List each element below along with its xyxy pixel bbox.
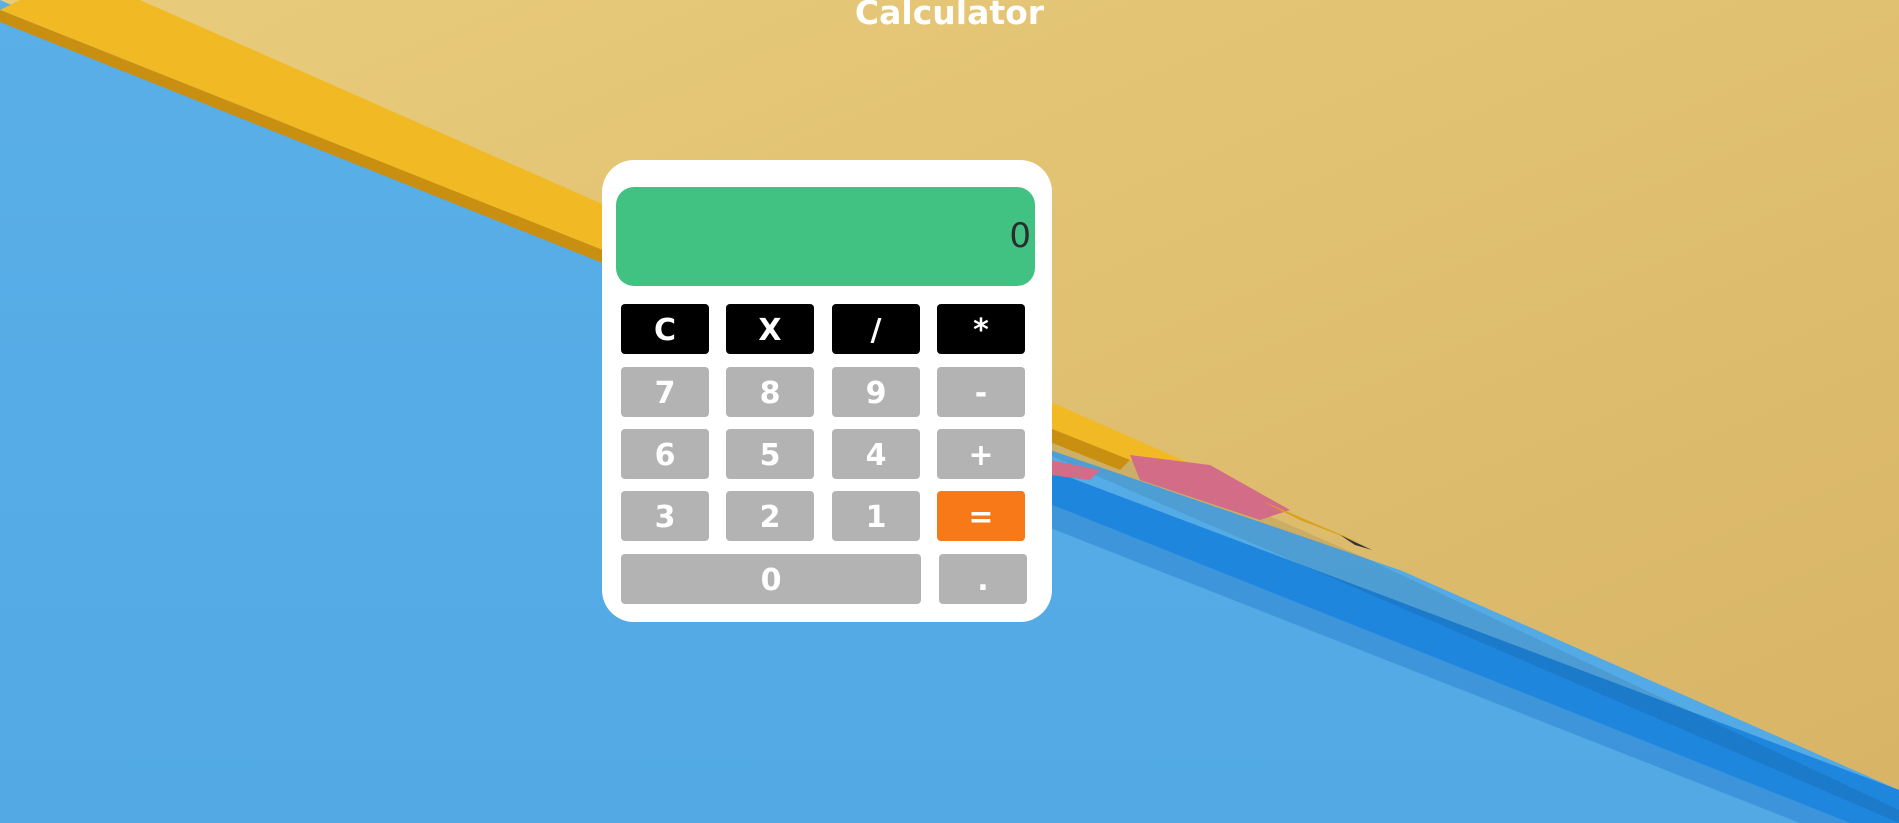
digit-9-button[interactable]: 9 (832, 367, 920, 417)
digit-8-button[interactable]: 8 (726, 367, 814, 417)
divide-button[interactable]: / (832, 304, 920, 354)
digit-5-button[interactable]: 5 (726, 429, 814, 479)
digit-2-button[interactable]: 2 (726, 491, 814, 541)
digit-1-button[interactable]: 1 (832, 491, 920, 541)
plus-button[interactable]: + (937, 429, 1025, 479)
digit-4-button[interactable]: 4 (832, 429, 920, 479)
multiply-button[interactable]: * (937, 304, 1025, 354)
digit-6-button[interactable]: 6 (621, 429, 709, 479)
minus-button[interactable]: - (937, 367, 1025, 417)
page-title: Calculator (854, 0, 1045, 32)
digit-0-button[interactable]: 0 (621, 554, 921, 604)
clear-button[interactable]: C (621, 304, 709, 354)
digit-3-button[interactable]: 3 (621, 491, 709, 541)
equals-button[interactable]: = (937, 491, 1025, 541)
digit-7-button[interactable]: 7 (621, 367, 709, 417)
delete-button[interactable]: X (726, 304, 814, 354)
calculator-panel: 0 C X / * 7 8 9 - 6 5 4 + 3 2 1 = 0 . (602, 160, 1052, 622)
decimal-button[interactable]: . (939, 554, 1027, 604)
calculator-display: 0 (616, 187, 1035, 286)
